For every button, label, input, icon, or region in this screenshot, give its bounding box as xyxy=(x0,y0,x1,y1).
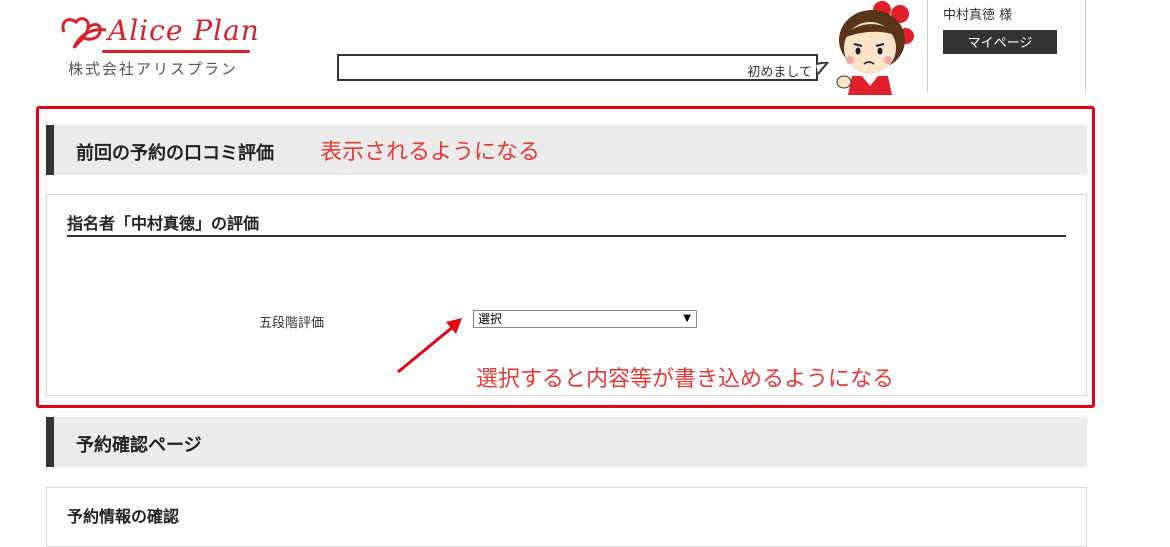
heart-leaf-logo-icon xyxy=(61,17,107,49)
confirm-panel: 予約情報の確認 xyxy=(46,487,1087,547)
greeting-text: 初めまして xyxy=(747,65,812,80)
logo-text: Alice Plan xyxy=(108,14,260,47)
divider xyxy=(1085,0,1086,93)
logo[interactable]: Alice Plan 株式会社アリスプラン xyxy=(58,12,260,82)
annotation-note: 表示されるようになる xyxy=(320,140,541,165)
user-name: 中村真徳 様 xyxy=(943,8,1013,23)
section-title: 予約確認ページ xyxy=(76,435,202,456)
panel-title: 予約情報の確認 xyxy=(67,507,180,526)
divider xyxy=(927,0,928,93)
logo-subtitle: 株式会社アリスプラン xyxy=(68,60,239,78)
red-arrow-icon xyxy=(397,318,462,374)
logo-underline xyxy=(102,50,250,53)
mypage-button[interactable]: マイページ xyxy=(943,30,1057,54)
section-header-confirm: 予約確認ページ xyxy=(46,417,1087,467)
mascot-character-icon xyxy=(836,1,914,95)
annotation-note: 選択すると内容等が書き込めるようになる xyxy=(476,367,895,392)
speech-bubble: 初めまして xyxy=(337,54,818,81)
